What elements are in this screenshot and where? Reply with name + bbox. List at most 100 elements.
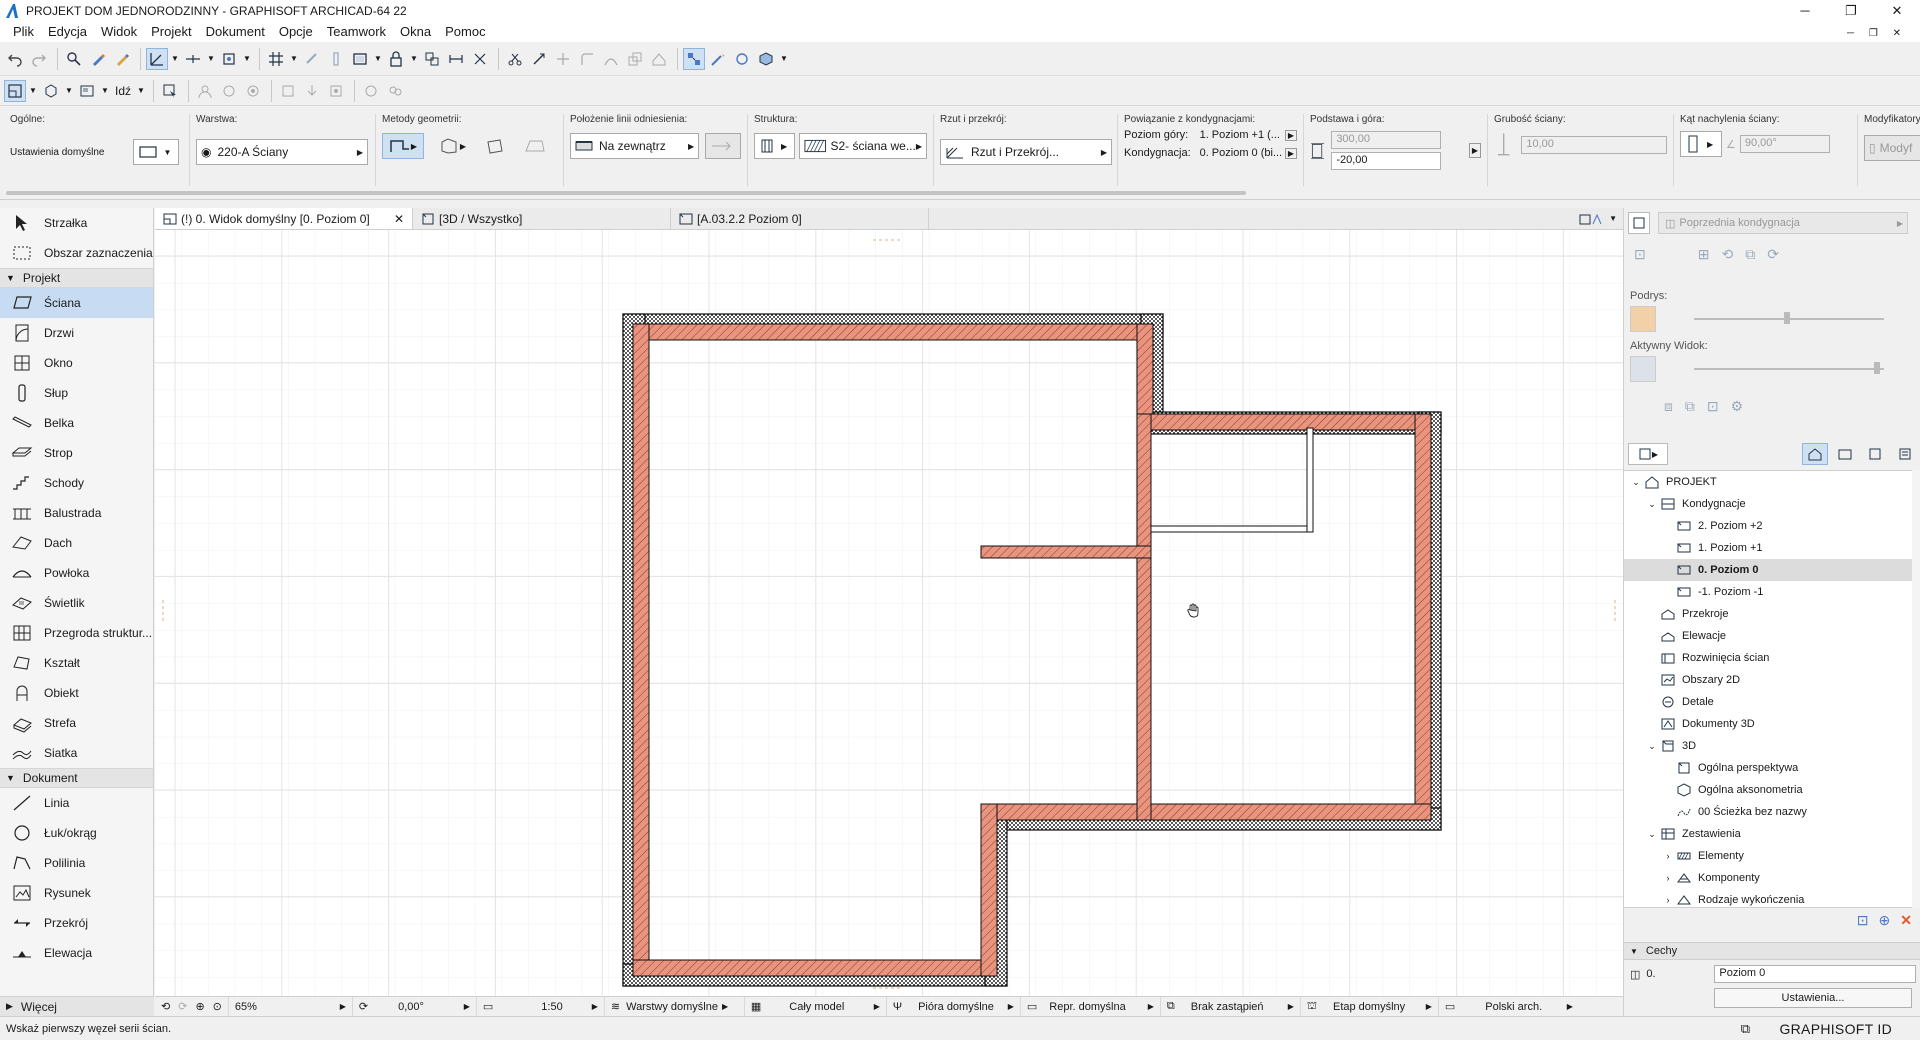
tool-column[interactable]: Słup (0, 378, 153, 408)
thickness-input[interactable]: 10,00 (1521, 136, 1667, 154)
info-box-scrollbar[interactable] (6, 191, 1246, 195)
inject-icon[interactable] (111, 48, 133, 70)
chevron-right-icon[interactable]: › (1662, 873, 1674, 883)
chevron-down-icon[interactable]: ▼ (64, 80, 74, 102)
properties-header[interactable]: ▼ Cechy (1624, 942, 1920, 960)
tab-floor-plan[interactable]: (!) 0. Widok domyślny [0. Poziom 0] ✕ (155, 208, 413, 229)
floor-plan-view-icon[interactable] (4, 79, 26, 102)
compare-toggle-icon[interactable]: ⊡ (1707, 398, 1719, 415)
grid-snap-icon[interactable] (265, 48, 287, 70)
trace-icon[interactable] (301, 48, 323, 70)
chevron-down-icon[interactable]: ▼ (409, 48, 419, 70)
tool-curtain-wall[interactable]: Przegroda struktur... (0, 618, 153, 648)
layout-icon[interactable] (76, 80, 98, 102)
top-story-value[interactable]: 1. Poziom +1 (... (1200, 129, 1285, 141)
tool-zone[interactable]: Strefa (0, 708, 153, 738)
trace-add-icon[interactable]: ⊞ (1698, 246, 1710, 263)
prev-story-dropdown[interactable]: ◫ Poprzednia kondygnacja ▶ (1658, 212, 1908, 234)
project-map-icon[interactable] (1802, 443, 1828, 465)
tab-overview-icon[interactable] (1579, 212, 1605, 226)
chevron-down-icon[interactable]: ⌄ (1646, 499, 1658, 510)
chevron-down-icon[interactable]: ▼ (136, 80, 146, 102)
chevron-down-icon[interactable]: ▼ (373, 48, 383, 70)
mdi-controls[interactable]: ─ ❐ ✕ (1840, 24, 1914, 44)
tree-node[interactable]: Dokumenty 3D (1624, 713, 1914, 735)
prop-name-input[interactable]: Poziom 0 (1714, 965, 1916, 983)
scale-dropdown[interactable]: ▭ 1:50 ▶ (477, 996, 605, 1017)
chevron-down-icon[interactable]: ▼ (779, 48, 789, 70)
trace-reference-button[interactable] (1628, 212, 1650, 234)
tree-node[interactable]: Przekroje (1624, 603, 1914, 625)
modifiers-button[interactable]: ▯ Modyf (1864, 135, 1920, 161)
slant-input[interactable]: 90,00° (1739, 135, 1830, 153)
graphisoft-id-link[interactable]: GRAPHISOFT ID (1779, 1021, 1892, 1037)
menu-projekt[interactable]: Projekt (144, 22, 198, 42)
split-icon[interactable] (504, 48, 526, 70)
group-icon[interactable] (421, 48, 443, 70)
dimension-style-dropdown[interactable]: ▭ Repr. domyślna ▶ (1021, 996, 1161, 1017)
redo-zoom-icon[interactable]: ⟳ (178, 1000, 187, 1013)
home-story-value[interactable]: 0. Poziom 0 (bi... (1200, 147, 1285, 159)
select-element-icon[interactable] (159, 80, 181, 102)
chevron-down-icon[interactable]: ▼ (28, 80, 38, 102)
roof-trim-icon[interactable] (648, 48, 670, 70)
pick-up-icon[interactable] (87, 48, 109, 70)
layer-settings-icon[interactable] (349, 48, 371, 70)
project-group-header[interactable]: ▼ Projekt (0, 268, 153, 288)
chevron-down-icon[interactable]: ▼ (289, 48, 299, 70)
base-top-arrow[interactable]: ▶ (1468, 143, 1481, 158)
fit-window-icon[interactable]: ⊙ (213, 1000, 222, 1013)
menu-dokument[interactable]: Dokument (199, 22, 272, 42)
geometry-polygon-button[interactable]: ▶ (382, 133, 424, 159)
override-dropdown[interactable]: ⧉ Brak zastąpień ▶ (1161, 996, 1301, 1017)
tool-slab[interactable]: Strop (0, 438, 153, 468)
teamwork-messages-icon[interactable] (360, 80, 382, 102)
trace-rotate-icon[interactable]: ⟲ (1721, 246, 1733, 263)
slant-type-button[interactable]: ▶ (1680, 131, 1722, 157)
teamwork-send-icon[interactable] (277, 80, 299, 102)
tool-drawing[interactable]: Rysunek (0, 878, 153, 908)
teamwork-sync-icon[interactable] (325, 80, 347, 102)
publisher-sets-icon[interactable] (1892, 443, 1918, 465)
tree-node[interactable]: › Elementy (1624, 845, 1914, 867)
trace-color-swatch[interactable] (1630, 306, 1656, 332)
lock-icon[interactable] (385, 48, 407, 70)
geometry-trapezoid-button[interactable] (520, 133, 550, 159)
intersect-icon[interactable] (552, 48, 574, 70)
renovation-filter-dropdown[interactable]: ⛫ Etap domyślny ▶ (1301, 996, 1439, 1017)
floor-plan-drawing[interactable] (155, 230, 1623, 996)
teamwork-receive-icon[interactable] (301, 80, 323, 102)
suspend-groups-icon[interactable] (683, 47, 705, 70)
restore-button[interactable]: ❐ (1828, 0, 1874, 22)
tree-node[interactable]: 2. Poziom +2 (1624, 515, 1914, 537)
home-story-arrow[interactable]: ▶ (1284, 147, 1297, 159)
magic-wand-icon[interactable] (707, 48, 729, 70)
tool-elevation[interactable]: Elewacja (0, 938, 153, 968)
chevron-right-icon[interactable]: › (1662, 895, 1674, 905)
menu-widok[interactable]: Widok (94, 22, 144, 42)
floor-plan-canvas[interactable] (155, 230, 1623, 996)
active-view-swatch[interactable] (1630, 356, 1656, 382)
teamwork-users-icon[interactable] (384, 80, 406, 102)
favorites-button[interactable]: ▼ (132, 139, 179, 165)
orientation-dropdown[interactable]: ⟳ 0,00° ▶ (353, 996, 477, 1017)
trace-match-icon[interactable]: ⧉ (1745, 246, 1755, 263)
tree-node[interactable]: › Komponenty (1624, 867, 1914, 889)
navigator-options-button[interactable]: ▶ (1628, 443, 1668, 465)
tab-layout[interactable]: [A.03.2.2 Poziom 0] (671, 208, 929, 229)
tree-node[interactable]: Detale (1624, 691, 1914, 713)
tool-wall[interactable]: Ściana (0, 288, 153, 318)
tree-node[interactable]: ⌄ Zestawienia (1624, 823, 1914, 845)
menu-okna[interactable]: Okna (393, 22, 438, 42)
tree-node[interactable]: › Rodzaje wykończenia (1624, 889, 1914, 907)
refline-dropdown[interactable]: Na zewnątrz ▶ (570, 133, 700, 159)
guide-line-icon[interactable] (146, 47, 168, 70)
geometry-slanted-button[interactable] (480, 133, 510, 159)
layer-combo-dropdown[interactable]: ≋ Warstwy domyślne ▶ (605, 996, 745, 1017)
structure-type-button[interactable]: ▶ (754, 133, 795, 159)
minimize-button[interactable]: ─ (1782, 0, 1828, 22)
menu-teamwork[interactable]: Teamwork (320, 22, 393, 42)
menu-opcje[interactable]: Opcje (272, 22, 320, 42)
chevron-right-icon[interactable]: › (1662, 851, 1674, 861)
tool-shell[interactable]: Powłoka (0, 558, 153, 588)
